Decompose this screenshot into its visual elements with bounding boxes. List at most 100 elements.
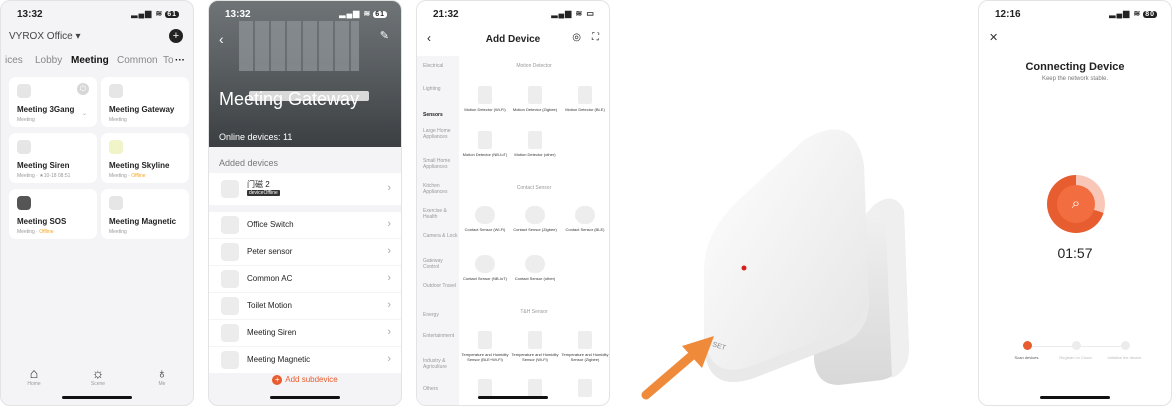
tab-scene[interactable]: ☼ Scene <box>83 365 113 387</box>
device-card[interactable]: ⏻ Meeting 3Gang Meeting ⌄ <box>9 77 97 127</box>
list-item[interactable]: Meeting Magnetic › <box>209 347 401 373</box>
skyline-icon <box>109 140 123 154</box>
thermometer-icon <box>528 379 542 397</box>
tab-lobby[interactable]: Lobby <box>35 55 62 66</box>
door-sensor-product-image: SET <box>641 129 909 400</box>
home-screen: 13:32 ▂▄▆ ≋ 61 VYROX Office ▾ + ices Lobb… <box>0 0 194 406</box>
device-label: Office Switch <box>247 220 294 229</box>
tab-to[interactable]: To <box>163 55 174 66</box>
device-name: Meeting 3Gang <box>17 105 75 114</box>
device-option[interactable]: Temperature and Humidity Sensor (Zigbee) <box>561 331 609 362</box>
chevron-right-icon: › <box>387 182 391 194</box>
category-item[interactable]: Large Home Appliances <box>423 128 459 140</box>
device-card[interactable]: Meeting SOS Meeting · Offline <box>9 189 97 239</box>
gateway-icon <box>109 84 123 98</box>
close-icon[interactable]: ✕ <box>989 31 998 44</box>
status-bar: 13:32 ▂▄▆ ≋ 61 <box>209 9 401 23</box>
device-option[interactable]: Contact Sensor (Zigbee) <box>511 206 559 232</box>
device-option[interactable]: Contact Sensor (NB-IoT) <box>461 255 509 281</box>
back-icon[interactable]: ‹ <box>219 31 224 47</box>
motion-detector-icon <box>528 86 542 104</box>
tab-common[interactable]: Common <box>117 55 158 66</box>
tab-home[interactable]: ⌂ Home <box>19 365 49 387</box>
list-item[interactable]: Peter sensor › <box>209 239 401 265</box>
device-option[interactable]: Temperature and Humidity Sensor (BLE+Wi-… <box>461 331 509 362</box>
device-option[interactable]: Motion Detector (NB-IoT) <box>461 131 509 157</box>
contact-sensor-icon <box>475 206 495 224</box>
switch-icon <box>221 216 239 234</box>
device-card[interactable]: Meeting Gateway Meeting <box>101 77 189 127</box>
battery-level: 80 <box>1143 11 1157 18</box>
device-option[interactable]: Temperature and Humidity Sensor (Wi-Fi) <box>511 331 559 362</box>
category-item[interactable]: Lighting <box>423 86 459 92</box>
device-option[interactable]: Motion Detector (other) <box>511 131 559 157</box>
section-contact-sensor: Contact Sensor <box>516 185 552 191</box>
device-option[interactable]: Contact Sensor (BLE) <box>561 206 609 232</box>
list-item[interactable]: Meeting Siren › <box>209 320 401 346</box>
switch-icon <box>17 84 31 98</box>
device-option[interactable] <box>561 379 609 400</box>
sensor-icon <box>221 243 239 261</box>
tab-devices[interactable]: ices <box>5 55 23 66</box>
add-device-screen: 21:32 ▂▄▆ ≋ ▭ ‹ Add Device ◎ ⛶ Electrica… <box>416 0 610 406</box>
list-item[interactable]: Office Switch › <box>209 212 401 238</box>
step-dot <box>1120 341 1130 350</box>
device-option[interactable]: Contact Sensor (other) <box>511 255 559 281</box>
category-item[interactable]: Exercise & Health <box>423 208 459 220</box>
category-item[interactable]: Kitchen Appliances <box>423 183 459 195</box>
thermometer-icon <box>528 331 542 349</box>
device-option[interactable]: Motion Detector (Wi-Fi) <box>461 86 509 112</box>
plus-icon: + <box>272 375 283 385</box>
scan-nearby-icon[interactable]: ◎ <box>572 32 581 43</box>
category-item[interactable]: Outdoor Travel <box>423 283 459 289</box>
device-name: Meeting Gateway <box>109 105 175 114</box>
plus-icon[interactable]: + <box>169 29 183 43</box>
device-option[interactable]: Motion Detector (Zigbee) <box>511 86 559 112</box>
category-item[interactable]: Gateway Control <box>423 258 459 270</box>
category-item[interactable]: Sensors <box>423 112 459 118</box>
list-item[interactable]: Common AC › <box>209 266 401 292</box>
category-item[interactable]: Entertainment <box>423 333 459 339</box>
category-item[interactable]: Industry & Agriculture <box>423 358 459 370</box>
battery-level: 61 <box>373 11 387 18</box>
section-th-sensor: T&H Sensor <box>520 309 548 315</box>
add-subdevice-button[interactable]: + Add subdevice <box>209 375 401 385</box>
edit-icon[interactable]: ✎ <box>380 29 389 42</box>
home-selector[interactable]: VYROX Office ▾ <box>9 31 81 42</box>
status-bar: 12:16 ▂▄▆ ≋ 80 <box>979 9 1171 23</box>
device-option[interactable]: Contact Sensor (Wi-Fi) <box>461 206 509 232</box>
category-item[interactable]: Camera & Lock <box>423 233 459 239</box>
thermometer-icon <box>578 379 592 397</box>
magnetic-sensor-icon <box>109 196 123 210</box>
tab-me[interactable]: ♁ Me <box>147 365 177 387</box>
qr-scan-icon[interactable]: ⛶ <box>592 32 599 43</box>
list-item[interactable]: 门磁 2 deviceOffline › <box>209 173 401 205</box>
device-card[interactable]: Meeting Magnetic Meeting <box>101 189 189 239</box>
search-icon: ⌕ <box>1057 185 1095 223</box>
step-dot <box>1071 341 1081 350</box>
device-card[interactable]: Meeting Siren Meeting · ★10-18 08:51 <box>9 133 97 183</box>
more-tabs-icon[interactable]: ··· <box>175 55 185 66</box>
category-item[interactable]: Electrical <box>423 63 459 69</box>
section-motion-detector: Motion Detector <box>516 63 552 69</box>
chevron-down-icon[interactable]: ⌄ <box>82 110 87 117</box>
page-title: Connecting Device <box>1025 61 1125 73</box>
device-label: Toilet Motion <box>247 301 292 310</box>
ac-icon <box>221 270 239 288</box>
power-icon[interactable]: ⏻ <box>77 83 89 95</box>
category-sidebar <box>417 56 459 405</box>
category-item[interactable]: Energy <box>423 312 459 318</box>
device-option[interactable]: Motion Detector (BLE) <box>561 86 609 112</box>
home-indicator <box>1040 396 1110 399</box>
siren-icon <box>221 324 239 342</box>
device-card[interactable]: Meeting Skyline Meeting · Offline <box>101 133 189 183</box>
tab-meeting[interactable]: Meeting <box>71 55 109 66</box>
category-item[interactable]: Small Home Appliances <box>423 158 459 170</box>
chevron-right-icon: › <box>387 326 391 338</box>
device-room: Meeting · ★10-18 08:51 <box>17 173 71 179</box>
signal-icon: ▂▄▆ ≋ 80 <box>1109 9 1157 18</box>
step-register: Register on Cloud. <box>1056 341 1096 360</box>
list-item[interactable]: Toilet Motion › <box>209 293 401 319</box>
step-scan: Scan devices. <box>1007 341 1047 360</box>
category-item[interactable]: Others <box>423 386 459 392</box>
